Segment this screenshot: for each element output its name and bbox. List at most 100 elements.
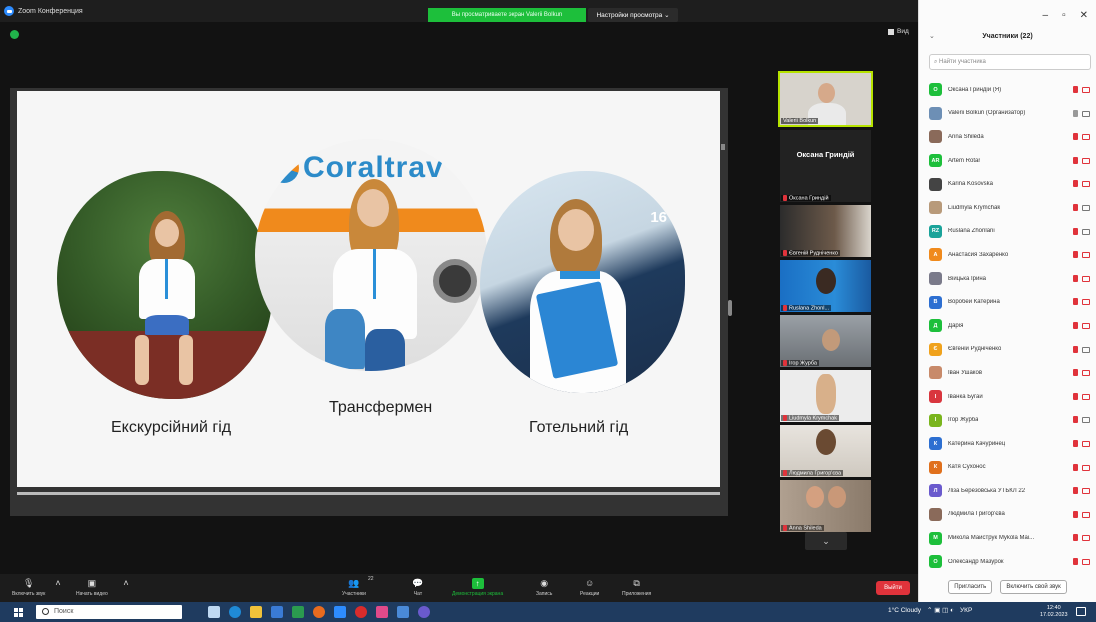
opera-icon[interactable] <box>355 606 367 618</box>
chat-button[interactable]: 💬 Чат <box>412 574 424 598</box>
share-screen-button[interactable]: ↑ Демонстрация экрана <box>452 574 503 597</box>
leave-button[interactable]: Выйти <box>876 581 910 595</box>
invite-button[interactable]: Пригласить <box>948 580 993 594</box>
minimize-icon[interactable]: – <box>1043 10 1049 21</box>
shared-screen: Coraltrav 16 Екскурсійний гід Трансферме… <box>10 88 728 516</box>
avatar: М <box>929 531 942 545</box>
task-view-icon[interactable] <box>208 606 220 618</box>
participant-name: Іванка Бугай <box>948 393 983 400</box>
mic-muted-icon <box>1073 298 1078 306</box>
participant-name: Микола Майструк Mykola Mai... <box>948 535 1035 542</box>
bus-number: 16 <box>650 209 667 226</box>
maximize-icon[interactable]: ▫ <box>1062 10 1066 21</box>
video-tile[interactable]: Ruslana Zhonl... <box>780 260 871 312</box>
participant-row[interactable]: О Оксана Гриндій (Я) <box>929 78 1094 102</box>
participant-row[interactable]: Anna Shileda <box>929 125 1094 149</box>
reactions-button[interactable]: ☺ Реакции <box>580 574 599 597</box>
participant-row[interactable]: І Ігор Журба <box>929 408 1094 432</box>
participant-row[interactable]: К Катя Сухонос <box>929 456 1094 480</box>
video-tile-name: Valerii Bolkun <box>781 118 819 124</box>
unmute-self-button[interactable]: Включить свой звук <box>1000 580 1067 594</box>
video-off-icon <box>1082 322 1090 329</box>
apps-button[interactable]: ⧉ Приложения <box>622 574 651 598</box>
audio-options-caret[interactable]: ˄ <box>52 574 64 589</box>
store-icon[interactable] <box>271 606 283 618</box>
video-options-caret[interactable]: ˄ <box>120 574 132 589</box>
language-indicator[interactable]: УКР <box>960 607 972 614</box>
splitter-handle[interactable] <box>728 300 732 316</box>
view-settings-button[interactable]: Настройки просмотра ⌄ <box>588 8 678 22</box>
edge-icon[interactable] <box>229 606 241 618</box>
mic-muted-icon <box>1073 227 1078 235</box>
participant-row[interactable]: Liudmyla Krymchak <box>929 196 1094 220</box>
video-icon <box>1082 110 1090 117</box>
participant-row[interactable]: К Катерина Качуринец <box>929 432 1094 456</box>
participant-row[interactable]: Л Ліза Березовська УТБКЛ 22 <box>929 479 1094 503</box>
firefox-icon[interactable] <box>313 606 325 618</box>
security-shield-icon[interactable] <box>10 30 19 39</box>
participants-button[interactable]: 👥 Участники <box>342 574 366 598</box>
teams-icon[interactable] <box>418 606 430 618</box>
close-icon[interactable]: ✕ <box>1080 10 1088 21</box>
participant-row[interactable]: AR Artem Rotar <box>929 149 1094 173</box>
participant-row[interactable]: Д Дарія <box>929 314 1094 338</box>
view-button[interactable]: Вид <box>888 28 909 35</box>
video-off-icon <box>1082 157 1090 164</box>
video-tile[interactable]: Liudmyla Krymchak <box>780 370 871 422</box>
start-video-button[interactable]: ▣ Начать видео <box>76 574 108 598</box>
participant-row[interactable]: Karina Kosovska <box>929 172 1094 196</box>
participant-row[interactable]: Іван Ушаков <box>929 361 1094 385</box>
video-tile[interactable]: Anna Shileda <box>780 480 871 532</box>
participant-row[interactable]: Вiйцька Ірина <box>929 267 1094 291</box>
participant-row[interactable]: О Олександр Мазурок <box>929 550 1094 574</box>
unmute-button[interactable]: 🎙 Включить звук <box>12 574 45 598</box>
participant-name: Ліза Березовська УТБКЛ 22 <box>948 487 1026 494</box>
participant-row[interactable]: RZ Ruslana Zhonlani <box>929 220 1094 244</box>
avatar <box>929 106 942 120</box>
windows-start-icon[interactable] <box>14 608 23 617</box>
avatar <box>929 507 942 521</box>
app-icon[interactable] <box>376 606 388 618</box>
grid-view-icon <box>888 28 894 35</box>
participant-row[interactable]: Є Євгеній Рудніченко <box>929 338 1094 362</box>
video-tile-self[interactable]: Оксана Гриндій Оксана Гриндій <box>780 130 871 202</box>
participant-row[interactable]: І Іванка Бугай <box>929 385 1094 409</box>
participant-name: Катерина Качуринец <box>948 440 1006 447</box>
zoom-logo-icon <box>4 6 14 16</box>
participant-row[interactable]: М Микола Майструк Mykola Mai... <box>929 526 1094 550</box>
participant-name: Євгеній Рудніченко <box>948 346 1002 353</box>
participant-row[interactable]: А Анастасия Захаренко <box>929 243 1094 267</box>
apps-icon: ⧉ <box>633 577 640 588</box>
view-label: Вид <box>897 28 909 35</box>
mic-muted-icon <box>783 249 787 256</box>
zoom-app-icon[interactable] <box>334 606 346 618</box>
weather-label[interactable]: 1°C Cloudy <box>888 607 921 614</box>
video-tile-host[interactable]: Valerii Bolkun <box>778 71 873 127</box>
resize-handle[interactable] <box>721 144 725 150</box>
avatar: Л <box>929 484 942 498</box>
record-button[interactable]: ◉ Запись <box>536 574 552 598</box>
participant-row[interactable]: Valerii Bolkun (Организатор) <box>929 102 1094 126</box>
video-off-icon: ▣ <box>87 577 97 588</box>
app-icon[interactable] <box>292 606 304 618</box>
app-icon[interactable] <box>397 606 409 618</box>
participant-search-input[interactable]: ⌕ Найти участника <box>929 54 1091 70</box>
avatar: RZ <box>929 224 942 238</box>
participant-name: Karina Kosovska <box>948 181 994 188</box>
participant-row[interactable]: В Воробей Катерина <box>929 290 1094 314</box>
file-explorer-icon[interactable] <box>250 606 262 618</box>
chevron-down-icon[interactable]: ⌄ <box>805 532 847 550</box>
avatar: В <box>929 295 942 309</box>
video-tile[interactable]: Ігор Журба <box>780 315 871 367</box>
title-bar: Zoom Конференция Вы просматриваете экран… <box>0 0 918 22</box>
tray-icons[interactable]: ⌃ ▣ ◫ ◐ <box>927 606 954 614</box>
clock[interactable]: 12:40 17.02.2023 <box>1040 605 1068 619</box>
chevron-down-icon[interactable]: ⌄ <box>929 28 935 46</box>
avatar <box>929 272 942 286</box>
taskbar-search[interactable]: Поиск <box>36 605 182 619</box>
slide-scrollbar[interactable] <box>17 492 720 495</box>
notifications-icon[interactable] <box>1076 607 1086 616</box>
video-tile[interactable]: Людмила Григор'єва <box>780 425 871 477</box>
participant-row[interactable]: Людмила Григор'єва <box>929 503 1094 527</box>
video-tile[interactable]: Євгеній Рудніченко <box>780 205 871 257</box>
